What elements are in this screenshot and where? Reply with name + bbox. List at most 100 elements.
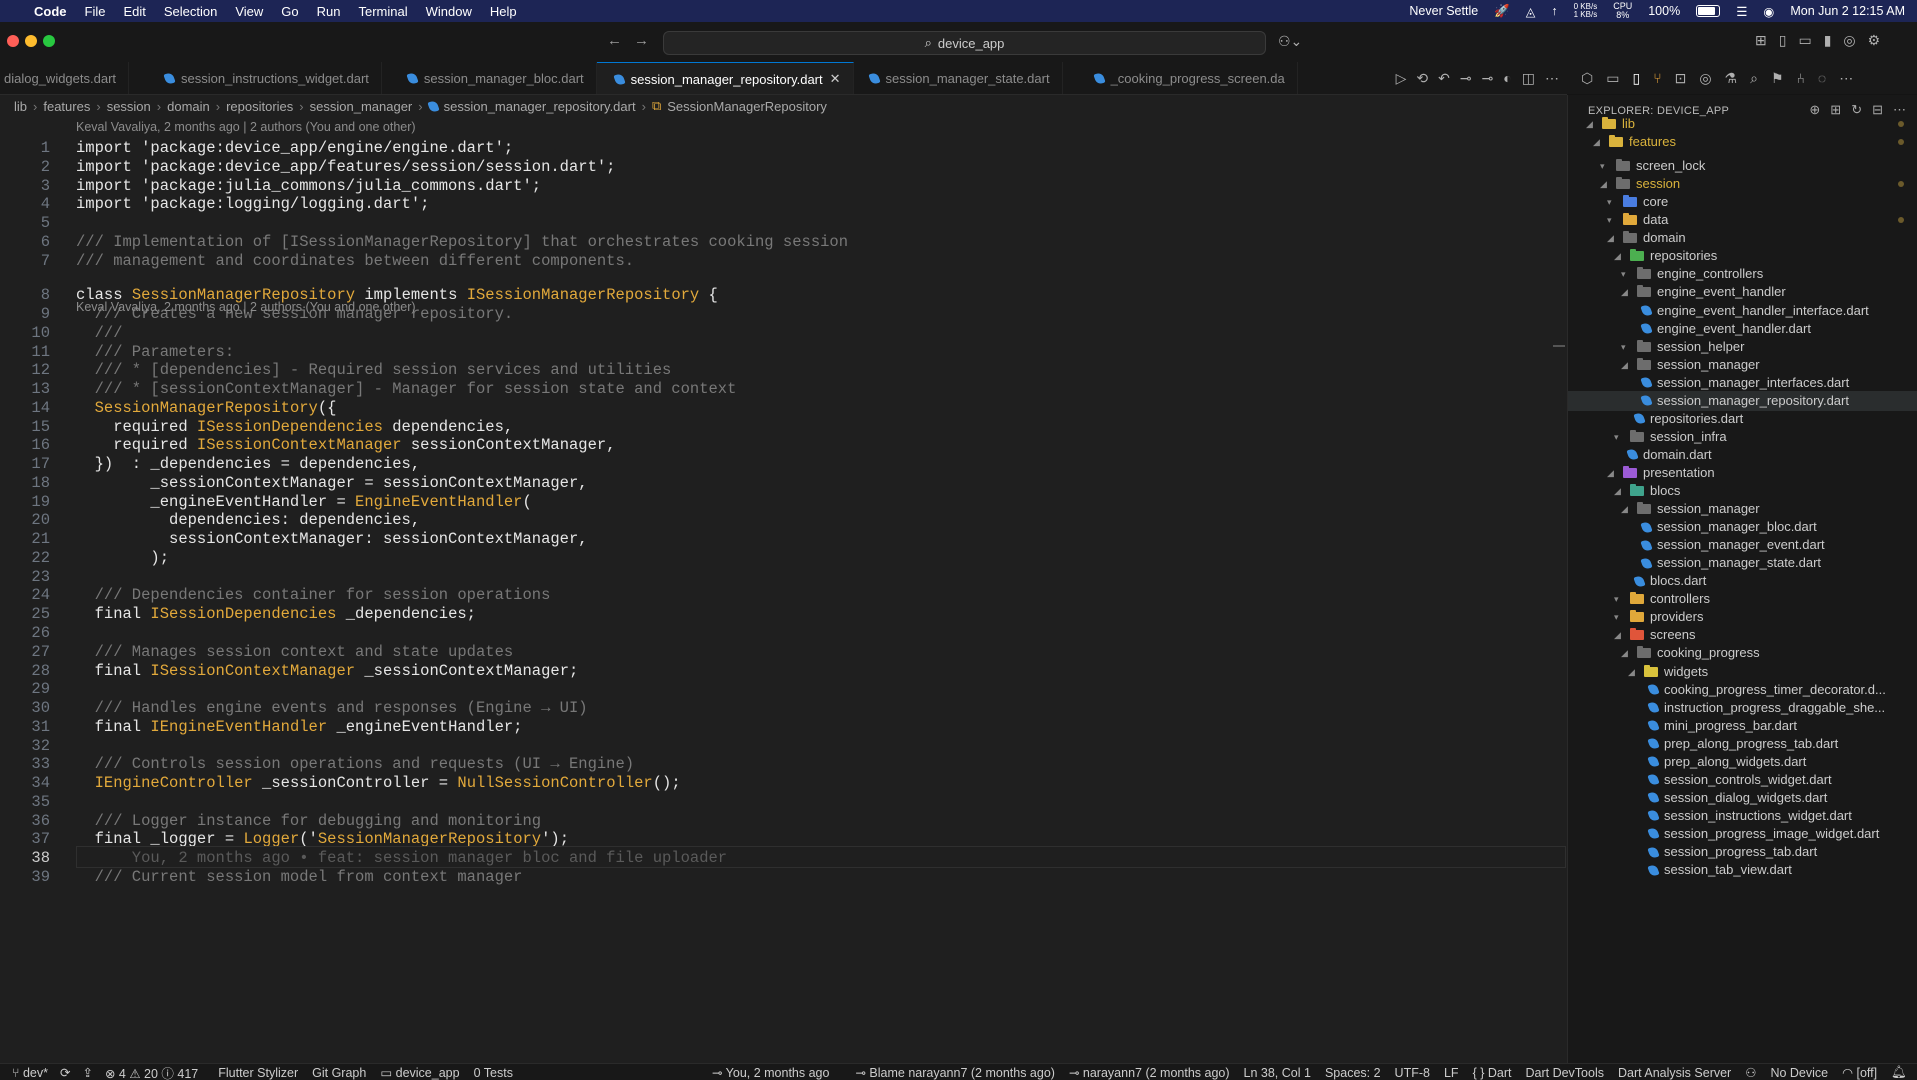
battery-percent[interactable]: 100% (1648, 4, 1680, 18)
code-line[interactable]: 39 /// Current session model from contex… (0, 866, 1567, 889)
breadcrumb-item[interactable]: session (107, 99, 151, 114)
more-icon[interactable]: ⋯ (1893, 102, 1906, 118)
breadcrumb-item[interactable]: SessionManagerRepository (667, 99, 827, 114)
manage-gear-icon[interactable]: ⚙ (1868, 32, 1881, 49)
remote-icon[interactable]: ⊡ (1675, 70, 1687, 87)
revert-icon[interactable]: ↶ (1438, 70, 1450, 87)
refresh-icon[interactable]: ↻ (1851, 102, 1862, 118)
run-icon[interactable]: ▷ (1396, 70, 1407, 87)
toggle-panel-icon[interactable]: ▭ (1798, 32, 1811, 49)
timeline-icon[interactable]: ⟲ (1416, 70, 1428, 87)
menu-go[interactable]: Go (281, 4, 298, 19)
indentation[interactable]: Spaces: 2 (1325, 1066, 1381, 1080)
encoding[interactable]: UTF-8 (1395, 1066, 1430, 1080)
close-window-button[interactable] (7, 35, 19, 47)
more-actions-icon[interactable]: ⋯ (1545, 70, 1559, 87)
close-icon[interactable]: ✕ (830, 71, 841, 87)
collapse-all-icon[interactable]: ⊟ (1872, 102, 1883, 118)
menu-edit[interactable]: Edit (123, 4, 145, 19)
timeline-icon[interactable]: ◌ (1818, 70, 1826, 86)
tab-cooking-progress-screen[interactable]: _cooking_progress_screen.da (1063, 62, 1298, 94)
tab-session-manager-repository[interactable]: session_manager_repository.dart ✕ (596, 62, 854, 94)
git-author[interactable]: ⊸ narayann7 (2 months ago) (1069, 1065, 1230, 1080)
menu-window[interactable]: Window (426, 4, 472, 19)
source-control-icon[interactable]: ⑂ (1653, 70, 1661, 86)
new-file-icon[interactable]: ⊕ (1809, 102, 1820, 118)
tests-button[interactable]: 0 Tests (474, 1066, 513, 1080)
toggle-primary-sidebar-icon[interactable]: ▯ (1779, 32, 1787, 49)
tree-file[interactable]: session_tab_view.dart (1635, 859, 1792, 881)
compare-icon[interactable]: ◐ (1503, 70, 1511, 86)
vpn-icon[interactable]: ◬ (1526, 4, 1536, 19)
twistie-icon[interactable]: ◢ (1593, 131, 1603, 153)
git-graph-icon[interactable]: ⑃ (1797, 70, 1805, 86)
open-changes-icon[interactable]: ⊸ (1482, 70, 1494, 87)
tree-folder[interactable]: ◢ features (1593, 131, 1676, 153)
device-selector[interactable]: No Device (1770, 1066, 1828, 1080)
breadcrumb-item[interactable]: features (43, 99, 90, 114)
toggle-secondary-sidebar-icon[interactable]: ▮ (1824, 32, 1832, 49)
tab-session-manager-state[interactable]: session_manager_state.dart (854, 62, 1063, 94)
dart-analysis-server[interactable]: Dart Analysis Server (1618, 1066, 1731, 1080)
network-speed[interactable]: 0 KB/s 1 KB/s (1574, 3, 1598, 19)
copilot-icon[interactable]: ⚇⌄ (1278, 33, 1302, 50)
cpu-monitor[interactable]: CPU 8% (1613, 2, 1632, 20)
split-editor-icon[interactable]: ◫ (1522, 70, 1535, 87)
tab-dialog-widgets[interactable]: dialog_widgets.dart (0, 62, 130, 94)
menu-terminal[interactable]: Terminal (359, 4, 408, 19)
forward-arrow-icon[interactable]: → (634, 32, 649, 49)
live-share-icon[interactable]: ⇪ (83, 1065, 93, 1080)
folder-icon[interactable]: ▭ (1606, 70, 1619, 87)
menu-view[interactable]: View (235, 4, 263, 19)
testing-flask-icon[interactable]: ⚗ (1725, 70, 1738, 87)
siri-icon[interactable]: ◉ (1763, 4, 1774, 19)
search-icon[interactable]: ⌕ (1750, 70, 1758, 87)
menu-app-name[interactable]: Code (34, 4, 67, 19)
problems-counter[interactable]: ⊗ 4 ⚠ 20 ⓘ 417 (105, 1063, 198, 1080)
git-graph-button[interactable]: Git Graph (312, 1066, 366, 1080)
git-blame-you[interactable]: ⊸ You, 2 months ago (712, 1065, 830, 1080)
workspace-folder[interactable]: ▭ device_app (380, 1065, 459, 1080)
code-editor[interactable]: Keval Vavaliya, 2 months ago | 2 authors… (0, 117, 1567, 1063)
new-folder-icon[interactable]: ⊞ (1830, 102, 1841, 118)
branch-indicator[interactable]: ⑂ dev* (12, 1066, 48, 1080)
copilot-status-icon[interactable]: ⚇ (1745, 1065, 1756, 1080)
minimize-window-button[interactable] (25, 35, 37, 47)
customize-layout-icon[interactable]: ⊞ (1755, 32, 1767, 49)
back-arrow-icon[interactable]: ← (607, 32, 622, 49)
sync-icon[interactable]: ⟳ (60, 1065, 70, 1080)
clock[interactable]: Mon Jun 2 12:15 AM (1790, 4, 1905, 18)
explorer-files-icon[interactable]: ▯ (1632, 70, 1640, 87)
flutter-stylizer-button[interactable]: Flutter Stylizer (218, 1066, 298, 1080)
debug-icon[interactable]: ◎ (1699, 70, 1711, 87)
dart-devtools-button[interactable]: Dart DevTools (1525, 1066, 1604, 1080)
notifications-bell-icon[interactable]: 🔔︎ (1891, 1065, 1907, 1080)
more-views-icon[interactable]: ⋯ (1839, 70, 1853, 87)
code-line[interactable]: 7 /// management and coordinates between … (0, 250, 1567, 273)
breadcrumb-item[interactable]: lib (14, 99, 27, 114)
bookmark-icon[interactable]: ⚑ (1771, 70, 1784, 87)
git-blame-narayann[interactable]: ⊸ Blame narayann7 (2 months ago) (855, 1065, 1054, 1080)
control-center-icon[interactable]: ☰ (1736, 4, 1747, 19)
breadcrumb-item[interactable]: session_manager (310, 99, 413, 114)
codelens-blame-top[interactable]: Keval Vavaliya, 2 months ago | 2 authors… (76, 118, 416, 136)
battery-icon[interactable] (1696, 5, 1721, 17)
codelens-blame-class[interactable]: Keval Vavaliya, 2 months ago | 2 authors… (76, 298, 416, 316)
command-center-search[interactable]: ⌕ device_app (663, 31, 1266, 55)
menu-file[interactable]: File (85, 4, 106, 19)
menu-run[interactable]: Run (317, 4, 341, 19)
never-settle-label[interactable]: Never Settle (1409, 4, 1478, 18)
git-commit-icon[interactable]: ⊸ (1460, 70, 1472, 87)
rocket-icon[interactable]: 🚀 (1494, 4, 1510, 19)
tab-session-manager-bloc[interactable]: session_manager_bloc.dart (382, 62, 597, 94)
breadcrumb-item[interactable]: repositories (226, 99, 293, 114)
menu-selection[interactable]: Selection (164, 4, 217, 19)
cursor-position[interactable]: Ln 38, Col 1 (1244, 1066, 1311, 1080)
language-mode[interactable]: { } Dart (1473, 1066, 1512, 1080)
broadcast-status[interactable]: ◠ [off] (1842, 1065, 1877, 1080)
tab-session-instructions-widget[interactable]: session_instructions_widget.dart (129, 62, 382, 94)
breadcrumb-item[interactable]: session_manager_repository.dart (444, 99, 636, 114)
end-of-line[interactable]: LF (1444, 1066, 1459, 1080)
menu-help[interactable]: Help (490, 4, 517, 19)
zoom-window-button[interactable] (43, 35, 55, 47)
